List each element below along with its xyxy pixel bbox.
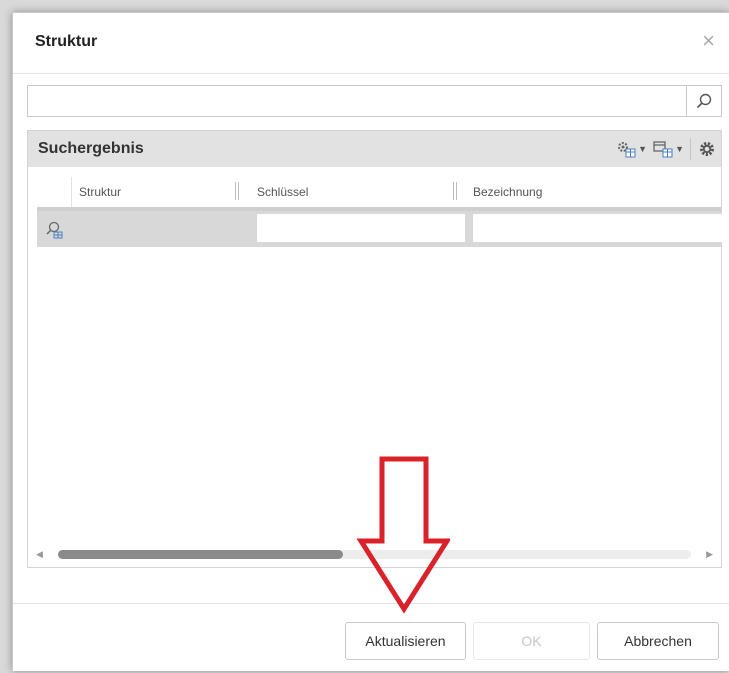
- dialog-footer: Aktualisieren OK Abbrechen: [13, 603, 729, 673]
- panel-toolbar: ▼ ▼: [616, 138, 717, 160]
- grid-header-row: Struktur Schlüssel Bezeichnung: [37, 177, 721, 211]
- scroll-right-icon[interactable]: ▶: [706, 547, 713, 561]
- column-header-schluessel[interactable]: Schlüssel: [257, 185, 308, 199]
- cancel-button[interactable]: Abbrechen: [597, 622, 719, 660]
- table-row[interactable]: [37, 211, 723, 247]
- close-icon[interactable]: ×: [702, 30, 715, 52]
- search-button[interactable]: [686, 86, 721, 116]
- column-resizer[interactable]: [453, 182, 457, 200]
- horizontal-scrollbar[interactable]: ◀ ▶: [36, 547, 713, 561]
- column-header-struktur[interactable]: Struktur: [79, 185, 121, 199]
- scrollbar-thumb[interactable]: [58, 550, 343, 559]
- dialog-titlebar: Struktur ×: [13, 13, 729, 74]
- magnifier-icon: [696, 93, 712, 109]
- settings-grid-icon: [618, 142, 636, 158]
- grid-header-rowicon-cell: [37, 177, 72, 207]
- refresh-button[interactable]: Aktualisieren: [345, 622, 466, 660]
- schluessel-cell-input[interactable]: [257, 214, 465, 242]
- result-panel-title: Suchergebnis: [38, 140, 144, 157]
- result-panel: Suchergebnis ▼ ▼ Struktur Schlüssel Beze…: [27, 130, 723, 568]
- result-panel-header: Suchergebnis ▼ ▼: [28, 131, 721, 167]
- structure-dialog: Struktur × Suchergebnis ▼ ▼ Struktur Sch…: [12, 12, 729, 671]
- panel-settings-button[interactable]: [697, 139, 717, 159]
- search-structure-icon[interactable]: [45, 220, 65, 240]
- gear-icon: [700, 142, 714, 156]
- scrollbar-track[interactable]: [58, 550, 691, 559]
- scroll-left-icon[interactable]: ◀: [36, 547, 43, 561]
- chevron-down-icon: ▼: [675, 144, 684, 154]
- dialog-title: Struktur: [35, 33, 98, 50]
- result-grid: Struktur Schlüssel Bezeichnung: [37, 177, 723, 253]
- chevron-down-icon: ▼: [638, 144, 648, 154]
- bezeichnung-cell-input[interactable]: [473, 214, 723, 242]
- ok-button[interactable]: OK: [473, 622, 590, 660]
- column-header-bezeichnung[interactable]: Bezeichnung: [473, 185, 542, 199]
- toolbar-divider: [690, 138, 691, 160]
- column-resizer[interactable]: [235, 182, 239, 200]
- columns-grid-icon: [653, 141, 673, 158]
- search-input[interactable]: [28, 86, 694, 116]
- columns-grid-menu[interactable]: ▼: [653, 140, 684, 158]
- search-bar: [27, 85, 722, 117]
- settings-grid-menu[interactable]: ▼: [616, 140, 647, 158]
